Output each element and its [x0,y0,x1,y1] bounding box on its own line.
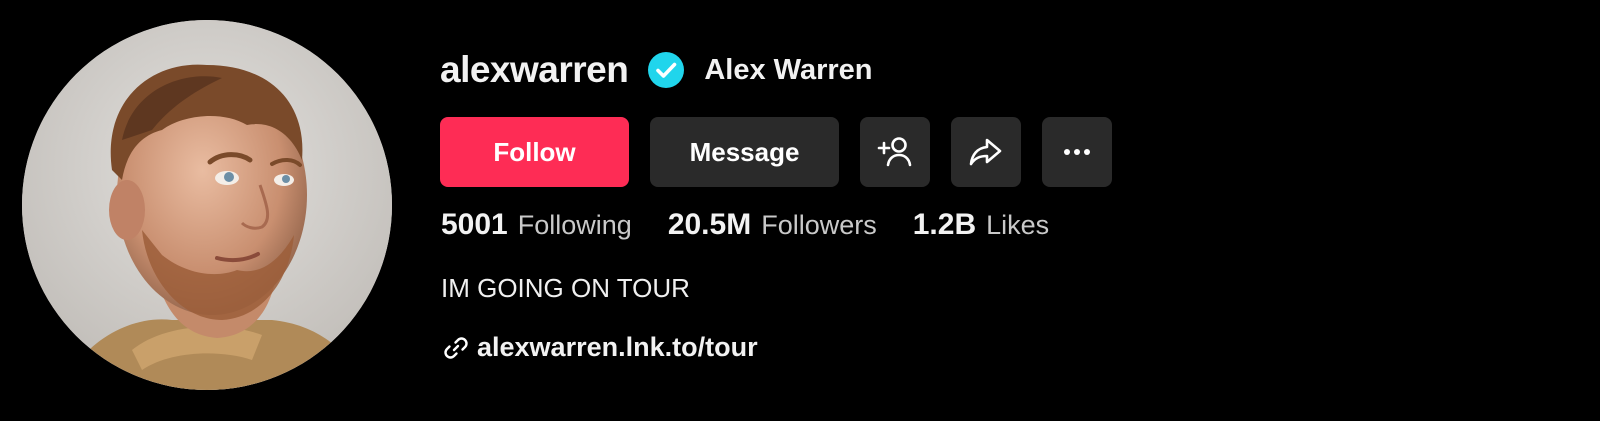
follow-button-label: Follow [493,136,576,167]
profile-stats: 5001 Following 20.5M Followers 1.2B Like… [441,208,1085,252]
add-friend-icon [877,137,912,167]
stat-label: Following [517,210,632,240]
more-icon [1064,149,1090,155]
stat-likes: 1.2B Likes [913,208,1049,242]
profile-link[interactable]: alexwarren.lnk.to/tour [443,332,758,363]
add-friend-button[interactable] [860,117,930,187]
stat-following[interactable]: 5001 Following [441,208,632,242]
profile-bio: IM GOING ON TOUR [441,273,690,303]
link-text[interactable]: alexwarren.lnk.to/tour [477,332,758,363]
share-icon [969,138,1002,166]
message-button-label: Message [689,136,800,167]
action-buttons: Follow Message [440,117,1112,187]
share-button[interactable] [951,117,1021,187]
profile-header: alexwarren Alex Warren Follow Message 50… [0,0,1600,421]
message-button[interactable]: Message [650,117,839,187]
stat-value: 20.5M [667,208,752,241]
stat-value: 5001 [441,208,508,241]
stat-value: 1.2B [912,208,977,241]
username: alexwarren [440,49,629,90]
stat-label: Likes [986,210,1050,240]
follow-button[interactable]: Follow [440,117,629,187]
verified-badge-icon [648,52,685,88]
name-row: alexwarren Alex Warren [440,44,873,96]
avatar-image [22,20,392,390]
link-icon [444,336,468,359]
stat-followers[interactable]: 20.5M Followers [668,208,877,242]
avatar[interactable] [22,20,392,390]
stat-label: Followers [761,210,877,240]
display-name: Alex Warren [704,53,873,86]
more-options-button[interactable] [1042,117,1112,187]
